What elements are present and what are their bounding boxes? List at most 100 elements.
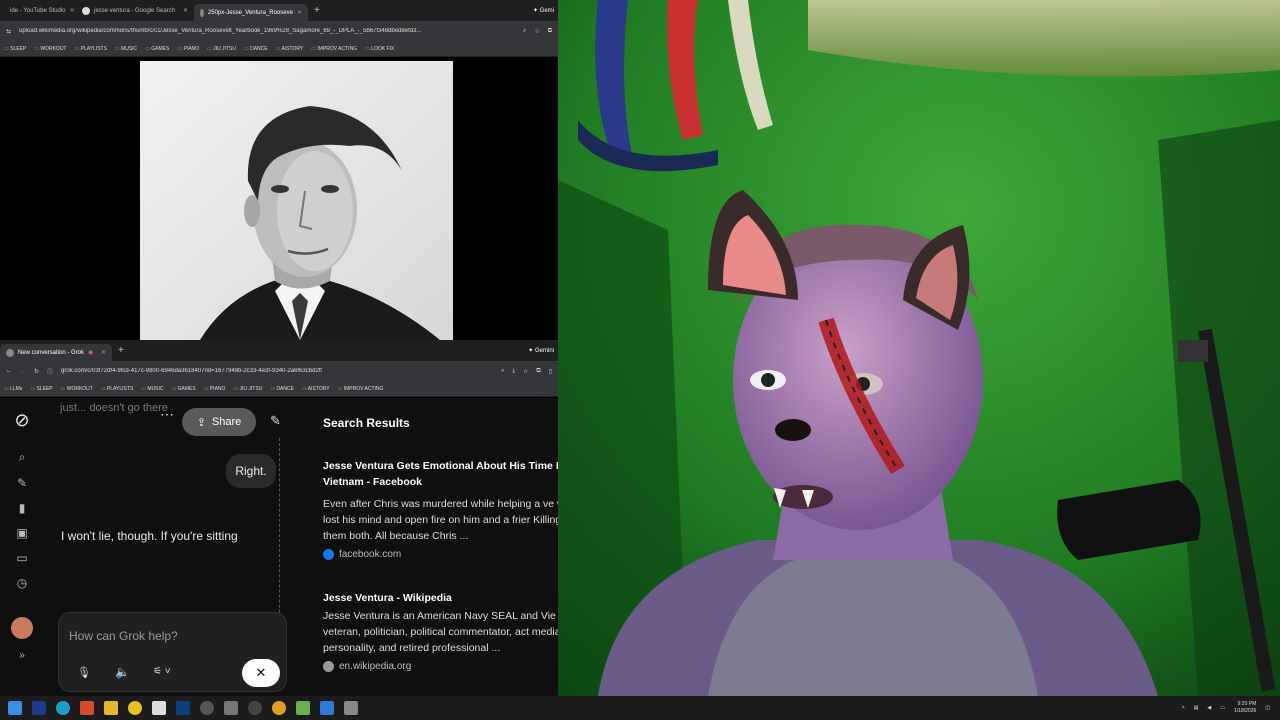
windows-start-icon[interactable]: [8, 701, 22, 715]
bookmark-dance[interactable]: DANCE: [244, 46, 268, 52]
google-icon: [82, 6, 90, 15]
microphone-icon[interactable]: 🎙: [77, 666, 91, 679]
bookmark-jiu-jitsu[interactable]: JIU JITSU: [207, 46, 236, 52]
extensions-icon[interactable]: ⧉: [548, 28, 552, 35]
result-source[interactable]: en.wikipedia.org: [323, 661, 558, 672]
site-info-icon[interactable]: ⓘ: [47, 367, 53, 376]
bookmark-improv-acting[interactable]: IMPROV ACTING: [338, 386, 384, 392]
forward-icon[interactable]: →: [20, 368, 26, 374]
sidebar-icon[interactable]: ▯: [549, 368, 552, 375]
network-icon[interactable]: ▤: [1194, 705, 1199, 711]
reload-icon[interactable]: ↻: [34, 368, 39, 375]
bookmark-piano[interactable]: PIANO: [177, 46, 199, 52]
gemini-button[interactable]: ✦ Gemi: [533, 7, 558, 14]
image-icon: [200, 8, 204, 17]
speaker-icon[interactable]: 🔈: [115, 665, 130, 679]
gemini-button[interactable]: ✦ Gemini: [528, 347, 558, 354]
result-source[interactable]: facebook.com: [323, 549, 558, 560]
expand-sidebar-icon[interactable]: »: [19, 650, 25, 661]
cancel-voice-button[interactable]: ✕: [242, 659, 280, 687]
file-explorer-icon[interactable]: [104, 701, 118, 715]
bookmark-llms[interactable]: LLMs: [4, 386, 22, 392]
audio-icon[interactable]: ◉: [88, 349, 93, 356]
bookmark-star-icon[interactable]: ☆: [534, 28, 539, 35]
close-icon[interactable]: ✕: [101, 349, 106, 356]
bookmark-star-icon[interactable]: ☆: [523, 368, 528, 375]
bookmarks-bar: SLEEP WORKOUT PLAYLISTS MUSIC GAMES PIAN…: [0, 41, 558, 57]
imagine-icon[interactable]: ▣: [16, 526, 27, 540]
tab-grok[interactable]: New conversation - Grok ◉ ✕: [0, 344, 112, 361]
result-item[interactable]: Jesse Ventura - Wikipedia Jesse Ventura …: [323, 590, 558, 672]
notepad-icon[interactable]: [296, 701, 310, 715]
back-icon[interactable]: ←: [6, 368, 12, 374]
prompt-input[interactable]: How can Grok help?: [69, 629, 178, 643]
bookmark-workout[interactable]: WORKOUT: [61, 386, 93, 392]
document-icon[interactable]: [152, 701, 166, 715]
bookmark-workout[interactable]: WORKOUT: [34, 46, 66, 52]
zoom-icon[interactable]: ⌕: [523, 28, 526, 35]
bookmark-music[interactable]: MUSIC: [115, 46, 137, 52]
chatgpt-icon[interactable]: [200, 701, 214, 715]
bookmark-playlists[interactable]: PLAYLISTS: [74, 46, 107, 52]
projects-icon[interactable]: ▭: [16, 551, 27, 565]
close-icon[interactable]: ✕: [70, 7, 75, 14]
url-field[interactable]: grok.com/c/03f72df4-9fcd-417c-9800-6946d…: [61, 368, 493, 374]
history-icon[interactable]: ◷: [17, 576, 27, 590]
result-item[interactable]: Jesse Ventura Gets Emotional About His T…: [323, 458, 558, 560]
new-tab-button[interactable]: +: [112, 345, 130, 356]
bookmark-aistory[interactable]: AISTORY: [276, 46, 303, 52]
bookmark-look-fix[interactable]: LOOK FIX: [365, 46, 394, 52]
tab-google-search[interactable]: jesse ventura - Google Search ✕: [76, 2, 194, 19]
wikipedia-icon: [323, 661, 334, 672]
new-chat-icon[interactable]: ✎: [270, 413, 281, 429]
close-icon[interactable]: ✕: [183, 7, 188, 14]
new-tab-button[interactable]: +: [308, 5, 326, 16]
chrome-icon[interactable]: [128, 701, 142, 715]
bookmark-dance[interactable]: DANCE: [270, 386, 294, 392]
model-settings-icon[interactable]: ⚟ ˅: [153, 666, 171, 677]
photoshop-icon[interactable]: [176, 701, 190, 715]
extensions-icon[interactable]: ⧉: [536, 368, 540, 375]
obs-icon[interactable]: [248, 701, 262, 715]
bookmark-aistory[interactable]: AISTORY: [302, 386, 330, 392]
site-info-icon[interactable]: ⇆: [6, 28, 11, 35]
voice-icon[interactable]: ▮: [19, 501, 26, 515]
zoom-icon[interactable]: ⌕: [501, 368, 504, 375]
bookmark-games[interactable]: GAMES: [172, 386, 196, 392]
avatar[interactable]: [11, 617, 33, 639]
chevron-up-icon[interactable]: ˄: [1182, 705, 1185, 711]
more-options-icon[interactable]: ⋯: [160, 406, 175, 423]
tab-youtube-studio[interactable]: ide - YouTube Studio ✕: [0, 2, 76, 19]
system-tray: ˄ ▤ ◀ ▭ 9:20 PM 1/18/2026 ◫: [1182, 701, 1280, 715]
settings-icon[interactable]: [224, 701, 238, 715]
grok-logo-icon[interactable]: ⊘: [14, 410, 29, 431]
tab-wikimedia-image[interactable]: 250px-Jesse_Ventura_Rooseve ✕: [194, 4, 308, 21]
clock[interactable]: 9:20 PM 1/18/2026: [1234, 701, 1256, 715]
chrome-canary-icon[interactable]: [272, 701, 286, 715]
result-title[interactable]: Jesse Ventura Gets Emotional About His T…: [323, 458, 558, 490]
bookmark-improv-acting[interactable]: IMPROV ACTING: [311, 46, 357, 52]
scroll-track[interactable]: [274, 438, 280, 638]
share-button[interactable]: ⇪ Share: [182, 408, 256, 436]
edit-icon[interactable]: ✎: [17, 476, 27, 490]
terminal-icon[interactable]: [32, 701, 46, 715]
battery-icon[interactable]: ▭: [1220, 705, 1225, 711]
notifications-icon[interactable]: ◫: [1265, 705, 1270, 711]
paint-icon[interactable]: [320, 701, 334, 715]
volume-icon[interactable]: ◀: [1207, 705, 1211, 711]
bookmark-jiu-jitsu[interactable]: JIU JITSU: [233, 386, 263, 392]
result-title[interactable]: Jesse Ventura - Wikipedia: [323, 590, 558, 606]
bookmark-playlists[interactable]: PLAYLISTS: [101, 386, 133, 392]
edge-icon[interactable]: [56, 701, 70, 715]
url-field[interactable]: upload.wikimedia.org/wikipedia/commons/t…: [19, 28, 515, 34]
search-icon[interactable]: ⌕: [19, 450, 26, 465]
bookmark-music[interactable]: MUSIC: [141, 386, 163, 392]
calculator-icon[interactable]: [344, 701, 358, 715]
bookmark-games[interactable]: GAMES: [145, 46, 169, 52]
close-icon[interactable]: ✕: [297, 9, 302, 16]
bookmark-sleep[interactable]: SLEEP: [4, 46, 26, 52]
office-icon[interactable]: [80, 701, 94, 715]
bookmark-sleep[interactable]: SLEEP: [30, 386, 52, 392]
bookmark-piano[interactable]: PIANO: [204, 386, 226, 392]
install-icon[interactable]: ⤓: [512, 368, 515, 375]
